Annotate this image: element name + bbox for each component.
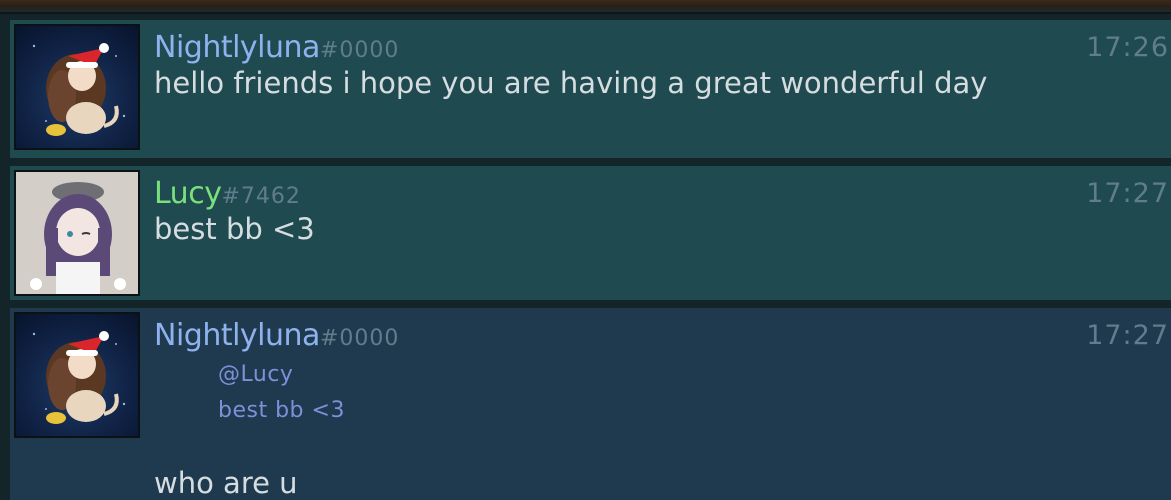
username[interactable]: Nightlyluna#0000	[154, 318, 399, 353]
chat-message[interactable]: Lucy#7462 17:27 best bb <3	[10, 166, 1171, 300]
timestamp: 17:26	[1086, 32, 1169, 63]
santa-hat-character-icon	[32, 43, 126, 136]
username[interactable]: Nightlyluna#0000	[154, 30, 399, 65]
quoted-message-text: best bb <3	[218, 398, 345, 423]
timestamp: 17:27	[1086, 320, 1169, 351]
purple-hair-girl-icon	[16, 172, 138, 294]
discriminator: #0000	[319, 326, 400, 351]
username-text: Nightlyluna	[154, 30, 320, 65]
timestamp: 17:27	[1086, 178, 1169, 209]
chat-message[interactable]: Nightlyluna#0000 17:27 @Lucy best bb <3 …	[10, 308, 1171, 500]
message-text: best bb <3	[154, 212, 315, 246]
quoted-user-mention[interactable]: @Lucy	[218, 362, 293, 387]
avatar[interactable]	[14, 170, 140, 296]
discriminator: #7462	[221, 184, 301, 209]
message-text: hello friends i hope you are having a gr…	[154, 66, 988, 100]
avatar[interactable]	[14, 312, 140, 438]
santa-hat-character-icon	[32, 331, 126, 424]
username-text: Lucy	[154, 176, 222, 211]
message-text: who are u	[154, 466, 298, 500]
discriminator: #0000	[319, 38, 400, 63]
username-text: Nightlyluna	[154, 318, 320, 353]
chat-message[interactable]: Nightlyluna#0000 17:26 hello friends i h…	[10, 20, 1171, 158]
window-top-border	[0, 0, 1171, 14]
avatar[interactable]	[14, 24, 140, 150]
username[interactable]: Lucy#7462	[154, 176, 301, 211]
